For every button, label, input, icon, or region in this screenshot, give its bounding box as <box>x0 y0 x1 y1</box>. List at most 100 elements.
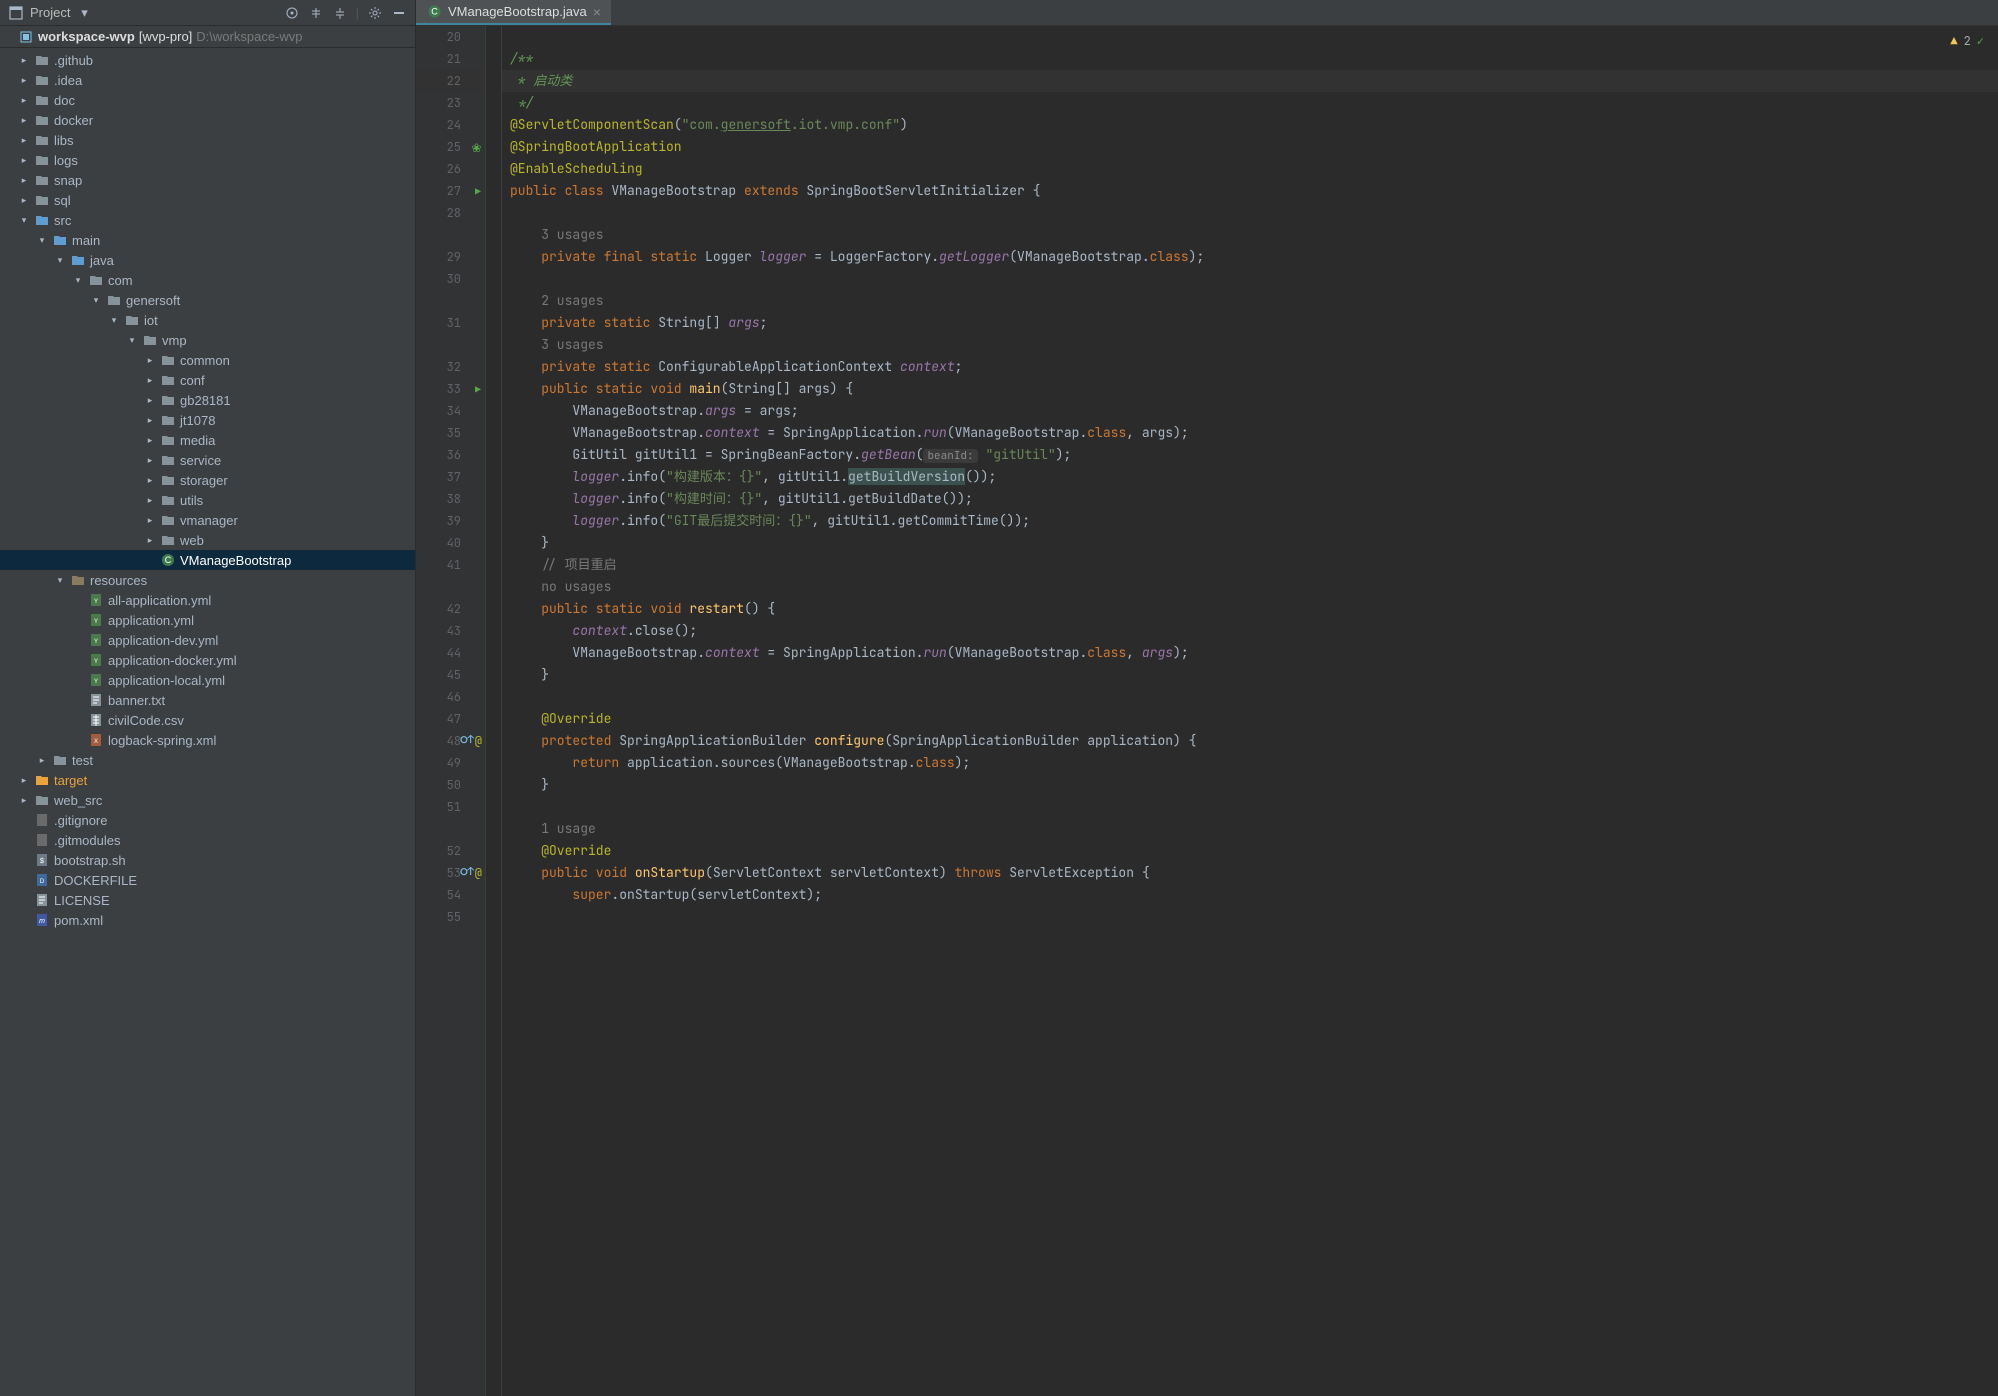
run-gutter-icon[interactable]: ▶ <box>475 383 481 396</box>
tree-item[interactable]: ▸doc <box>0 90 415 110</box>
code-line[interactable]: @Override <box>502 708 1998 730</box>
tree-item[interactable]: ▸common <box>0 350 415 370</box>
tree-item[interactable]: ▸.github <box>0 50 415 70</box>
code-line[interactable]: } <box>502 774 1998 796</box>
close-tab-icon[interactable]: × <box>593 4 601 20</box>
code-editor[interactable]: ▲ 2 ✓ /** * 启动类 */@ServletComponentScan(… <box>502 26 1998 1396</box>
tree-arrow-icon[interactable]: ▾ <box>54 255 66 266</box>
code-line[interactable]: /** <box>502 48 1998 70</box>
settings-gear-icon[interactable] <box>367 5 383 21</box>
tree-arrow-icon[interactable]: ▸ <box>18 135 30 146</box>
tree-arrow-icon[interactable]: ▸ <box>18 795 30 806</box>
override-gutter-icon[interactable]: ⭘↑ <box>461 865 474 881</box>
tree-arrow-icon[interactable]: ▸ <box>144 355 156 366</box>
code-line[interactable]: VManageBootstrap.context = SpringApplica… <box>502 642 1998 664</box>
tree-arrow-icon[interactable]: ▸ <box>144 395 156 406</box>
tree-arrow-icon[interactable]: ▸ <box>144 495 156 506</box>
expand-all-icon[interactable] <box>308 5 324 21</box>
tree-arrow-icon[interactable]: ▸ <box>144 375 156 386</box>
code-line[interactable] <box>502 202 1998 224</box>
code-line[interactable]: super.onStartup(servletContext); <box>502 884 1998 906</box>
tree-item[interactable]: ▾resources <box>0 570 415 590</box>
tree-item[interactable]: LICENSE <box>0 890 415 910</box>
tree-item[interactable]: ▸storager <box>0 470 415 490</box>
spring-bean-icon[interactable]: ❀ <box>472 137 481 157</box>
tree-arrow-icon[interactable]: ▾ <box>126 335 138 346</box>
code-line[interactable]: protected SpringApplicationBuilder confi… <box>502 730 1998 752</box>
tree-item[interactable]: ▸libs <box>0 130 415 150</box>
code-line[interactable] <box>502 686 1998 708</box>
tree-item[interactable]: Yapplication.yml <box>0 610 415 630</box>
tree-item[interactable]: ▸media <box>0 430 415 450</box>
dropdown-icon[interactable]: ▾ <box>76 5 92 21</box>
tree-arrow-icon[interactable]: ▸ <box>18 775 30 786</box>
tree-arrow-icon[interactable]: ▾ <box>108 315 120 326</box>
tree-arrow-icon[interactable]: ▾ <box>18 215 30 226</box>
tree-item[interactable]: ▸conf <box>0 370 415 390</box>
tree-item[interactable]: .gitignore <box>0 810 415 830</box>
code-line[interactable]: GitUtil gitUtil1 = SpringBeanFactory.get… <box>502 444 1998 466</box>
code-line[interactable]: private static String[] args; <box>502 312 1998 334</box>
tree-arrow-icon[interactable]: ▸ <box>18 115 30 126</box>
tree-item[interactable]: $bootstrap.sh <box>0 850 415 870</box>
tree-arrow-icon[interactable]: ▸ <box>36 755 48 766</box>
tree-item[interactable]: ▸sql <box>0 190 415 210</box>
code-line[interactable]: private static ConfigurableApplicationCo… <box>502 356 1998 378</box>
tree-item[interactable]: ▸vmanager <box>0 510 415 530</box>
code-line[interactable]: } <box>502 532 1998 554</box>
tree-item[interactable]: DDOCKERFILE <box>0 870 415 890</box>
tree-item[interactable]: Yapplication-local.yml <box>0 670 415 690</box>
tree-item[interactable]: ▾java <box>0 250 415 270</box>
tree-arrow-icon[interactable]: ▸ <box>18 75 30 86</box>
code-line[interactable] <box>502 796 1998 818</box>
tree-item[interactable]: .gitmodules <box>0 830 415 850</box>
collapse-all-icon[interactable] <box>332 5 348 21</box>
code-line[interactable]: private final static Logger logger = Log… <box>502 246 1998 268</box>
code-line[interactable]: no usages <box>502 576 1998 598</box>
tree-arrow-icon[interactable]: ▸ <box>18 155 30 166</box>
tree-item[interactable]: ▸.idea <box>0 70 415 90</box>
tree-arrow-icon[interactable]: ▸ <box>18 55 30 66</box>
override-gutter-icon[interactable]: ⭘↑ <box>461 733 474 749</box>
code-line[interactable] <box>502 26 1998 48</box>
tree-arrow-icon[interactable]: ▸ <box>144 435 156 446</box>
tree-item[interactable]: mpom.xml <box>0 910 415 930</box>
tree-item[interactable]: ▸snap <box>0 170 415 190</box>
code-line[interactable]: public static void main(String[] args) { <box>502 378 1998 400</box>
tree-arrow-icon[interactable]: ▸ <box>144 415 156 426</box>
code-line[interactable]: */ <box>502 92 1998 114</box>
code-line[interactable]: 1 usage <box>502 818 1998 840</box>
tree-item[interactable]: banner.txt <box>0 690 415 710</box>
code-line[interactable]: } <box>502 664 1998 686</box>
tree-item[interactable]: ▾main <box>0 230 415 250</box>
tree-item[interactable]: ▸target <box>0 770 415 790</box>
code-line[interactable]: context.close(); <box>502 620 1998 642</box>
tree-item[interactable]: ▸jt1078 <box>0 410 415 430</box>
tree-item[interactable]: ▸web <box>0 530 415 550</box>
code-line[interactable]: public void onStartup(ServletContext ser… <box>502 862 1998 884</box>
tree-arrow-icon[interactable]: ▾ <box>72 275 84 286</box>
code-line[interactable]: public static void restart() { <box>502 598 1998 620</box>
code-line[interactable]: logger.info("GIT最后提交时间：{}", gitUtil1.get… <box>502 510 1998 532</box>
editor-tab[interactable]: C VManageBootstrap.java × <box>416 0 611 25</box>
tree-item[interactable]: ▾src <box>0 210 415 230</box>
code-line[interactable]: logger.info("构建版本：{}", gitUtil1.getBuild… <box>502 466 1998 488</box>
tree-item[interactable]: Yapplication-docker.yml <box>0 650 415 670</box>
code-line[interactable]: @ServletComponentScan("com.genersoft.iot… <box>502 114 1998 136</box>
tree-item[interactable]: ▸web_src <box>0 790 415 810</box>
tree-arrow-icon[interactable]: ▾ <box>54 575 66 586</box>
code-line[interactable]: 2 usages <box>502 290 1998 312</box>
code-line[interactable]: * 启动类 <box>502 70 1998 92</box>
tree-item[interactable]: Yall-application.yml <box>0 590 415 610</box>
code-line[interactable]: return application.sources(VManageBootst… <box>502 752 1998 774</box>
tree-item[interactable]: ▸docker <box>0 110 415 130</box>
tree-item[interactable]: ▾iot <box>0 310 415 330</box>
inspections-widget[interactable]: ▲ 2 ✓ <box>1944 28 1990 54</box>
code-line[interactable]: VManageBootstrap.args = args; <box>502 400 1998 422</box>
tree-item[interactable]: ▾com <box>0 270 415 290</box>
code-line[interactable]: VManageBootstrap.context = SpringApplica… <box>502 422 1998 444</box>
select-opened-icon[interactable] <box>284 5 300 21</box>
tree-arrow-icon[interactable]: ▾ <box>90 295 102 306</box>
tree-item[interactable]: ▸utils <box>0 490 415 510</box>
tree-arrow-icon[interactable]: ▸ <box>144 535 156 546</box>
